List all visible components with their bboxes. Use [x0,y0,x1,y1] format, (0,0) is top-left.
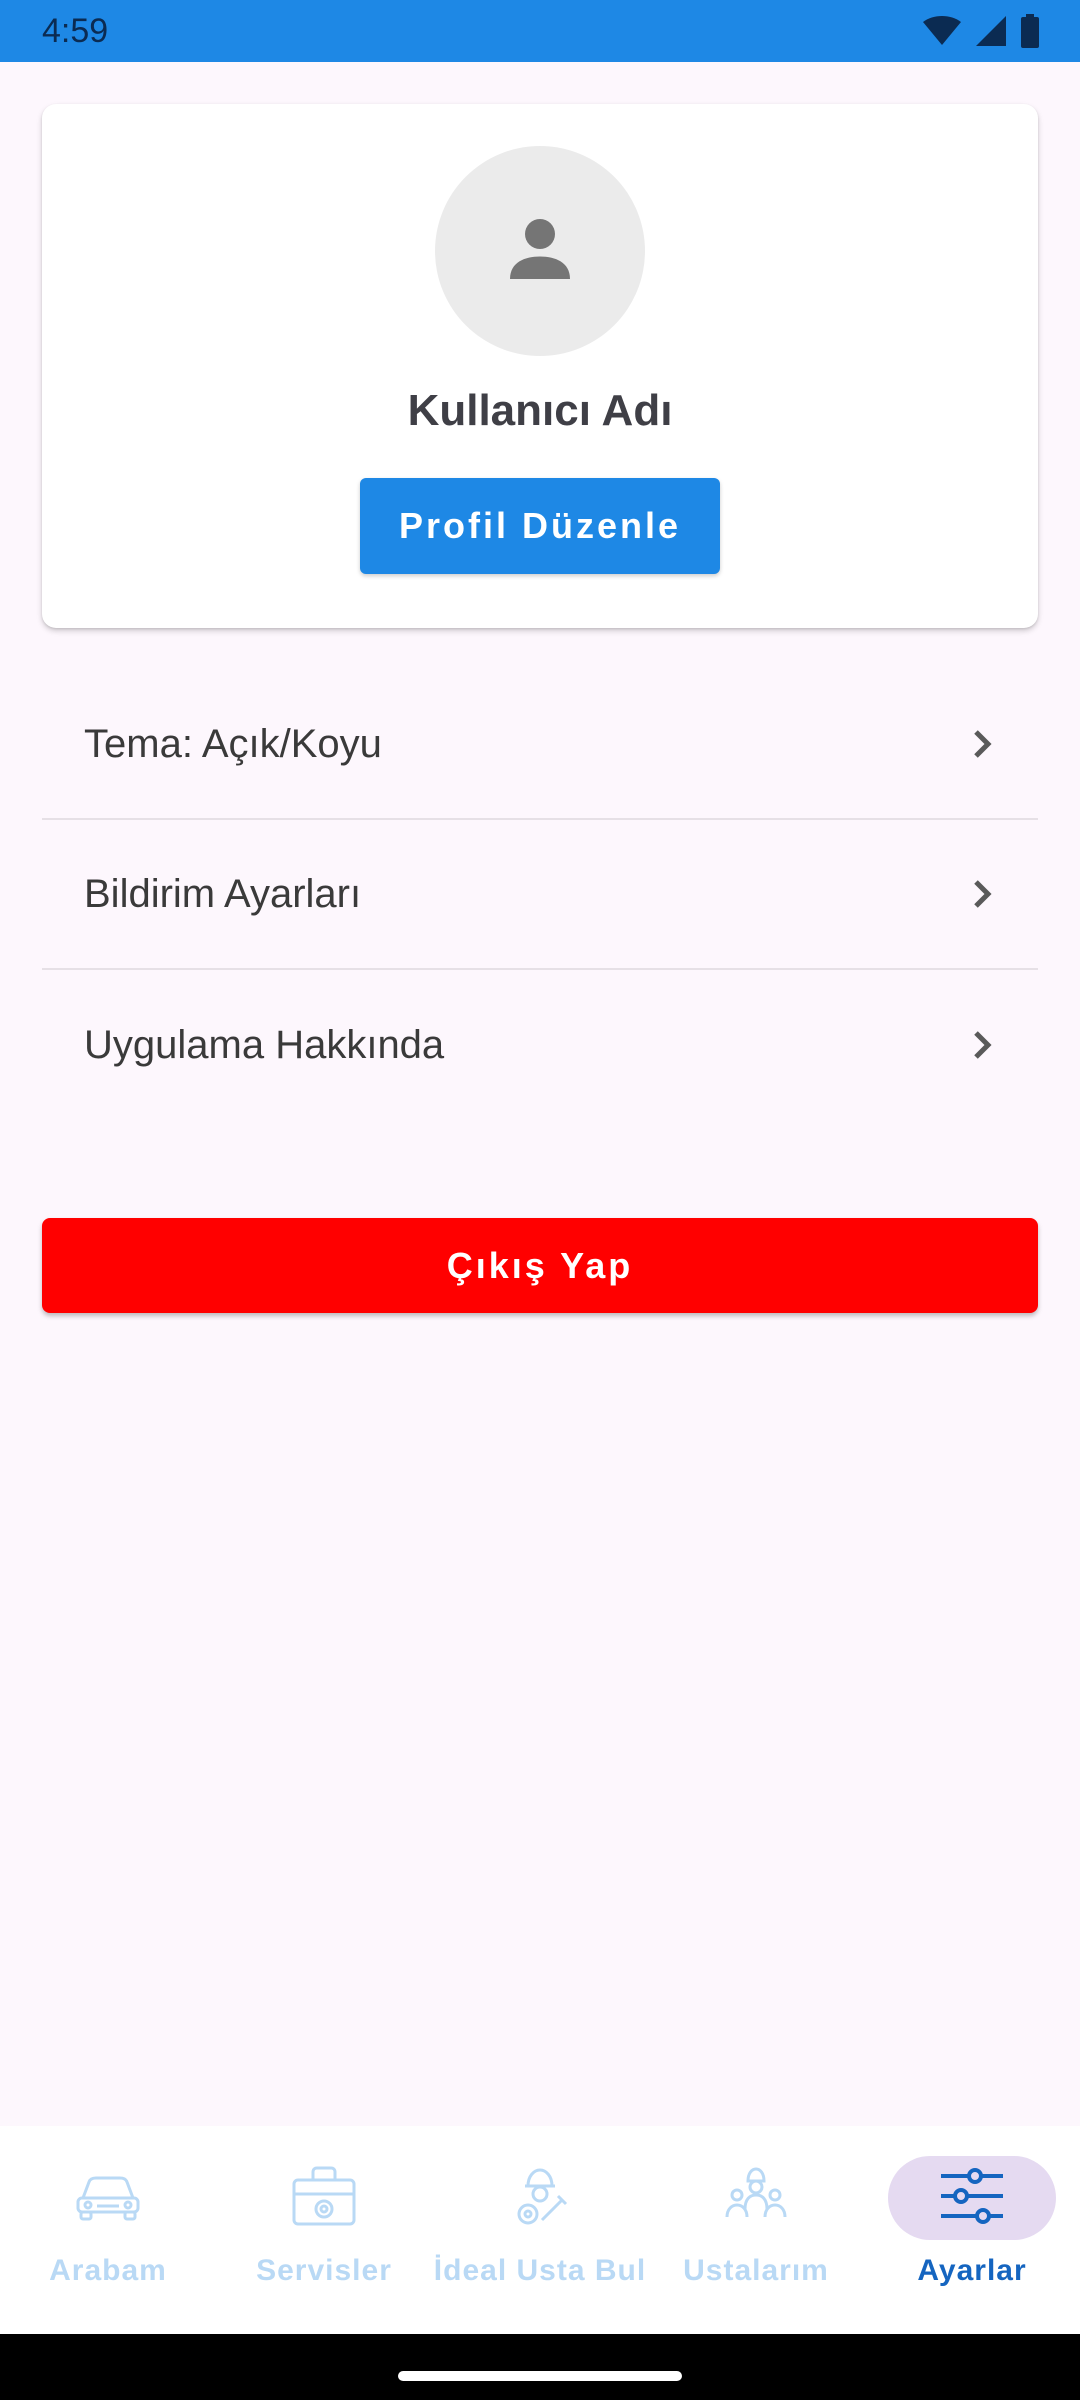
nav-label: Ayarlar [917,2254,1027,2287]
profile-card: Kullanıcı Adı Profil Düzenle [42,104,1038,628]
chevron-right-icon [968,1027,996,1063]
username: Kullanıcı Adı [407,386,673,435]
nav-label: Ustalarım [683,2254,829,2287]
signal-icon [974,14,1008,48]
status-time: 4:59 [42,11,109,50]
nav-item-ideal-usta-bul[interactable]: İdeal Usta Bul [432,2126,648,2334]
chevron-right-icon [968,876,996,912]
status-bar: 4:59 [0,0,1080,62]
system-navigation-bar [0,2334,1080,2400]
nav-item-ustalarim[interactable]: Ustalarım [648,2126,864,2334]
nav-label: İdeal Usta Bul [433,2254,647,2287]
chevron-right-icon [968,726,996,762]
workers-icon [723,2165,789,2232]
nav-item-ayarlar[interactable]: Ayarlar [864,2126,1080,2334]
wifi-icon [922,15,962,47]
nav-icon-wrap [456,2156,624,2240]
battery-icon [1020,14,1040,48]
settings-item-label: Uygulama Hakkında [84,1022,445,1067]
nav-label: Servisler [256,2254,392,2287]
status-icons [922,14,1040,48]
settings-item-notifications[interactable]: Bildirim Ayarları [42,820,1038,970]
logout-button[interactable]: Çıkış Yap [42,1218,1038,1313]
nav-item-servisler[interactable]: Servisler [216,2126,432,2334]
person-icon [495,204,585,299]
mechanic-icon [508,2164,572,2233]
toolbox-icon [291,2164,357,2233]
settings-item-label: Tema: Açık/Koyu [84,721,382,766]
sliders-icon [939,2166,1005,2231]
avatar[interactable] [435,146,645,356]
nav-icon-wrap [24,2156,192,2240]
car-icon [73,2170,143,2227]
settings-item-theme[interactable]: Tema: Açık/Koyu [42,670,1038,820]
nav-icon-wrap [240,2156,408,2240]
nav-icon-wrap [672,2156,840,2240]
settings-list: Tema: Açık/Koyu Bildirim Ayarları Uygula… [42,670,1038,1120]
nav-icon-wrap [888,2156,1056,2240]
settings-item-label: Bildirim Ayarları [84,871,362,916]
home-gesture-handle[interactable] [398,2371,682,2381]
nav-label: Arabam [49,2254,167,2287]
nav-item-arabam[interactable]: Arabam [0,2126,216,2334]
bottom-nav: Arabam Servisler İdeal Usta Bul Ustaları… [0,2126,1080,2334]
edit-profile-button[interactable]: Profil Düzenle [360,478,720,574]
settings-item-about[interactable]: Uygulama Hakkında [42,970,1038,1120]
